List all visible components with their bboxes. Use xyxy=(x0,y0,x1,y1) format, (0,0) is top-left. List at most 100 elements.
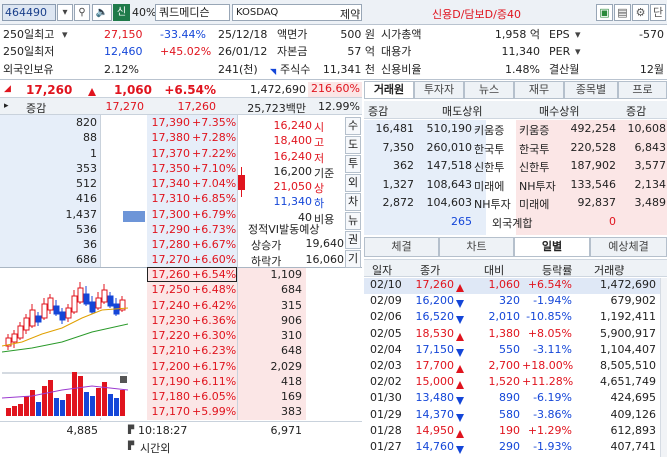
side-button[interactable]: 기 xyxy=(345,250,361,268)
row-date[interactable]: 02/05 xyxy=(370,327,402,340)
row-date[interactable]: 02/04 xyxy=(370,343,402,356)
stock-code-input[interactable]: 464490 xyxy=(2,4,56,21)
bid-price[interactable]: 17,210 xyxy=(150,343,191,358)
volume-bar xyxy=(108,394,113,416)
tab-broker-4[interactable]: 종목별 xyxy=(564,81,618,99)
buy-broker[interactable]: 신한투 xyxy=(519,159,549,175)
gear-icon[interactable]: ⚙ xyxy=(632,4,649,21)
row-date[interactable]: 02/06 xyxy=(370,310,402,323)
row-close: 14,950 xyxy=(415,423,455,437)
row-date[interactable]: 01/30 xyxy=(370,391,402,404)
close-icon[interactable] xyxy=(120,376,127,383)
row-date[interactable]: 02/02 xyxy=(370,375,402,388)
buy-broker[interactable]: NH투자 xyxy=(519,178,556,194)
candle-body xyxy=(101,289,108,303)
volume-bar xyxy=(84,392,89,416)
value-fiscal: 12월 xyxy=(639,63,664,76)
bid-price[interactable]: 17,240 xyxy=(150,298,191,313)
row-date[interactable]: 01/28 xyxy=(370,424,402,437)
candle-body xyxy=(95,297,102,309)
side-button[interactable]: 수 xyxy=(345,117,361,135)
ask-price[interactable]: 17,370 xyxy=(150,146,191,161)
row-date[interactable]: 01/29 xyxy=(370,408,402,421)
chevron-down-icon[interactable]: ▾ xyxy=(57,4,73,21)
tab-broker-2[interactable]: 뉴스 xyxy=(464,81,514,99)
ask-price[interactable]: 17,380 xyxy=(150,130,191,145)
ohlc-value: 16,240 xyxy=(273,119,313,132)
sell-broker[interactable]: 키움증 xyxy=(474,122,504,138)
bid-price[interactable]: 17,170 xyxy=(150,404,191,419)
bid-price[interactable]: 17,220 xyxy=(150,328,191,343)
search-icon[interactable]: ⚲ xyxy=(74,4,90,21)
date-52w-low: 26/01/12 xyxy=(218,45,268,58)
sell-broker[interactable]: NH투자 xyxy=(474,196,511,212)
row-date[interactable]: 02/09 xyxy=(370,294,402,307)
ask-price[interactable]: 17,390 xyxy=(150,115,191,130)
chevron-down-icon[interactable]: ▾ xyxy=(575,27,581,43)
close-button[interactable]: 단 xyxy=(650,4,666,21)
candle-body xyxy=(83,293,90,305)
sell-broker[interactable]: 한국투 xyxy=(474,141,504,157)
bid-price[interactable]: 17,190 xyxy=(150,374,191,389)
tab-daily-1[interactable]: 차트 xyxy=(439,237,514,257)
bid-qty: 648 xyxy=(281,344,302,358)
bid-price[interactable]: 17,180 xyxy=(150,389,191,404)
sell-broker[interactable]: 신한투 xyxy=(474,159,504,175)
credit-badge[interactable]: 신 xyxy=(113,4,130,21)
ask-price[interactable]: 17,310 xyxy=(150,191,191,206)
row-date[interactable]: 02/03 xyxy=(370,359,402,372)
side-button[interactable]: 권 xyxy=(345,231,361,249)
row-date[interactable]: 02/10 xyxy=(370,278,402,291)
tab-broker-5[interactable]: 프로 xyxy=(618,81,667,99)
bid-price[interactable]: 17,230 xyxy=(150,313,191,328)
ask-price[interactable]: 17,280 xyxy=(150,237,191,252)
tab-daily-2[interactable]: 일별 xyxy=(514,237,590,257)
buy-broker[interactable]: 키움증 xyxy=(519,122,549,138)
chevron-down-icon[interactable]: ▾ xyxy=(62,27,68,43)
row-rate: -6.19% xyxy=(533,391,572,405)
sell-change: 2,872 xyxy=(382,196,415,209)
label-52w-high: 250일최고 xyxy=(3,28,55,41)
header-buy-top: 매수상위 xyxy=(539,105,580,118)
label-substitute: 대용가 xyxy=(381,45,412,58)
side-button[interactable]: 외 xyxy=(345,174,361,192)
window-icon[interactable]: ▣ xyxy=(596,4,613,21)
link-icon[interactable]: ▤ xyxy=(614,4,631,21)
side-button[interactable]: 도 xyxy=(345,136,361,154)
bid-rate: +6.42% xyxy=(192,298,237,312)
sell-broker[interactable]: 미래에 xyxy=(474,178,504,194)
tab-broker-0[interactable]: 거래원 xyxy=(364,81,414,99)
expand-icon[interactable]: ▸ xyxy=(4,101,9,111)
bid-price[interactable]: 17,200 xyxy=(150,359,191,374)
speaker-icon[interactable]: 🔈 xyxy=(92,4,112,21)
scrollbar[interactable] xyxy=(660,278,667,457)
ask-price[interactable]: 17,340 xyxy=(150,176,191,191)
buy-broker[interactable]: 미래에 xyxy=(519,196,549,212)
bid-rate: +5.99% xyxy=(192,405,237,419)
chevron-down-icon[interactable]: ▾ xyxy=(575,44,581,60)
ask-price[interactable]: 17,290 xyxy=(150,222,191,237)
side-button[interactable]: 차 xyxy=(345,193,361,211)
bid-price[interactable]: 17,250 xyxy=(150,282,191,297)
candle-body xyxy=(17,325,24,339)
side-button[interactable]: 투 xyxy=(345,155,361,173)
row-date[interactable]: 01/27 xyxy=(370,440,402,453)
ask-price[interactable]: 17,300 xyxy=(150,207,191,222)
candle-body xyxy=(59,311,66,321)
buy-broker[interactable]: 한국투 xyxy=(519,141,549,157)
tab-broker-3[interactable]: 재무 xyxy=(514,81,564,99)
after-hours-button[interactable]: 시간외 xyxy=(140,440,170,456)
tab-broker-1[interactable]: 투자자 xyxy=(414,81,464,99)
current-price: 17,260 xyxy=(26,83,73,97)
ask-rate: +6.60% xyxy=(192,253,237,267)
side-button[interactable]: 뉴 xyxy=(345,212,361,230)
mini-chart xyxy=(2,268,128,418)
arrow-down-icon xyxy=(456,346,466,359)
label-fiscal: 결산월 xyxy=(549,63,580,76)
stock-name[interactable]: 쿼드메디슨 xyxy=(155,4,230,21)
candle-body xyxy=(89,301,96,313)
ask-price[interactable]: 17,270 xyxy=(150,252,191,267)
tab-daily-0[interactable]: 체결 xyxy=(364,237,439,257)
ask-price[interactable]: 17,350 xyxy=(150,161,191,176)
tab-daily-3[interactable]: 예상체결 xyxy=(590,237,667,257)
